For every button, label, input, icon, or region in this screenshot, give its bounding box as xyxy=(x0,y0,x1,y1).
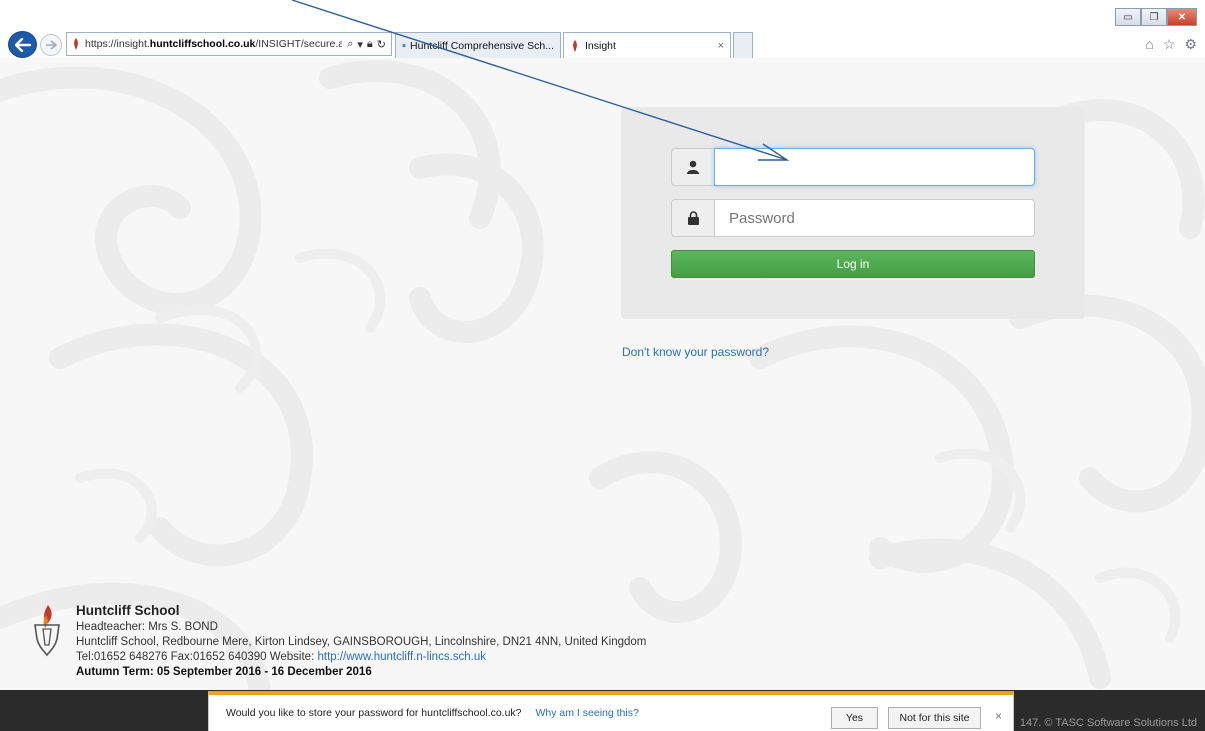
school-website-link[interactable]: http://www.huntcliff.n-lincs.sch.uk xyxy=(317,651,486,663)
search-icon[interactable]: ⌕ xyxy=(347,38,353,51)
site-favicon-icon xyxy=(74,38,78,50)
lock-icon[interactable]: 🔒︎ xyxy=(367,38,373,51)
forgot-password-link[interactable]: Don't know your password? xyxy=(622,345,769,359)
tab-insight[interactable]: Insight × xyxy=(563,32,731,58)
username-field xyxy=(671,148,1035,186)
school-contact: Tel:01652 648276 Fax:01652 640390 Websit… xyxy=(76,651,487,663)
forward-arrow-icon xyxy=(46,40,57,50)
home-icon[interactable]: ⌂ xyxy=(1145,36,1153,53)
tab-huntcliff[interactable]: Huntcliff Comprehensive Sch... xyxy=(395,32,561,58)
browser-tools: ⌂ ☆ ⚙ xyxy=(1145,36,1197,53)
back-button[interactable] xyxy=(8,31,37,58)
window-controls: ▭ ❐ ✕ xyxy=(1115,8,1197,26)
favorites-star-icon[interactable]: ☆ xyxy=(1163,36,1176,53)
address-bar[interactable]: https://insight.huntcliffschool.co.uk/IN… xyxy=(66,32,392,56)
refresh-icon[interactable]: ↻ xyxy=(377,38,386,51)
why-seeing-link[interactable]: Why am I seeing this? xyxy=(536,707,639,719)
school-address: Huntcliff School, Redbourne Mere, Kirton… xyxy=(76,636,647,648)
window-titlebar xyxy=(0,0,1205,30)
site-favicon-icon xyxy=(573,39,577,52)
tab-close-icon[interactable]: × xyxy=(710,40,724,52)
close-window-button[interactable]: ✕ xyxy=(1167,8,1197,26)
address-url: https://insight.huntcliffschool.co.uk/IN… xyxy=(85,38,343,50)
tab-label: Huntcliff Comprehensive Sch... xyxy=(410,39,554,52)
school-name: Huntcliff School xyxy=(76,603,180,618)
back-arrow-icon xyxy=(14,37,31,52)
headteacher: Headteacher: Mrs S. BOND xyxy=(76,621,218,633)
user-icon xyxy=(687,160,699,174)
not-for-this-site-button[interactable]: Not for this site xyxy=(888,707,981,729)
lock-icon xyxy=(687,211,699,225)
restore-button[interactable]: ❐ xyxy=(1141,8,1167,26)
copyright-text: 147. © TASC Software Solutions Ltd xyxy=(1019,717,1197,729)
lock-addon xyxy=(671,199,714,237)
new-tab-button[interactable] xyxy=(733,32,753,58)
password-input[interactable] xyxy=(714,199,1035,237)
login-button[interactable]: Log in xyxy=(671,250,1035,278)
ie-page-icon xyxy=(402,43,406,48)
login-panel: Log in xyxy=(621,107,1085,319)
school-crest-logo xyxy=(34,605,60,657)
password-field xyxy=(671,199,1035,237)
notification-message: Would you like to store your password fo… xyxy=(226,707,522,719)
minimize-button[interactable]: ▭ xyxy=(1115,8,1141,26)
user-addon xyxy=(671,148,714,186)
term-dates: Autumn Term: 05 September 2016 - 16 Dece… xyxy=(76,666,372,678)
dropdown-icon[interactable]: ▾ xyxy=(357,38,363,51)
gear-icon[interactable]: ⚙ xyxy=(1184,36,1197,53)
school-details: Huntcliff School Headteacher: Mrs S. BON… xyxy=(76,601,716,680)
close-notification-icon[interactable]: × xyxy=(995,709,1002,723)
yes-button[interactable]: Yes xyxy=(831,707,878,729)
tab-label: Insight xyxy=(585,39,616,52)
save-password-notification: Would you like to store your password fo… xyxy=(208,691,1014,731)
username-input[interactable] xyxy=(714,148,1035,186)
forward-button[interactable] xyxy=(40,34,62,56)
page-content: Log in Don't know your password? Huntcli… xyxy=(0,58,1205,731)
